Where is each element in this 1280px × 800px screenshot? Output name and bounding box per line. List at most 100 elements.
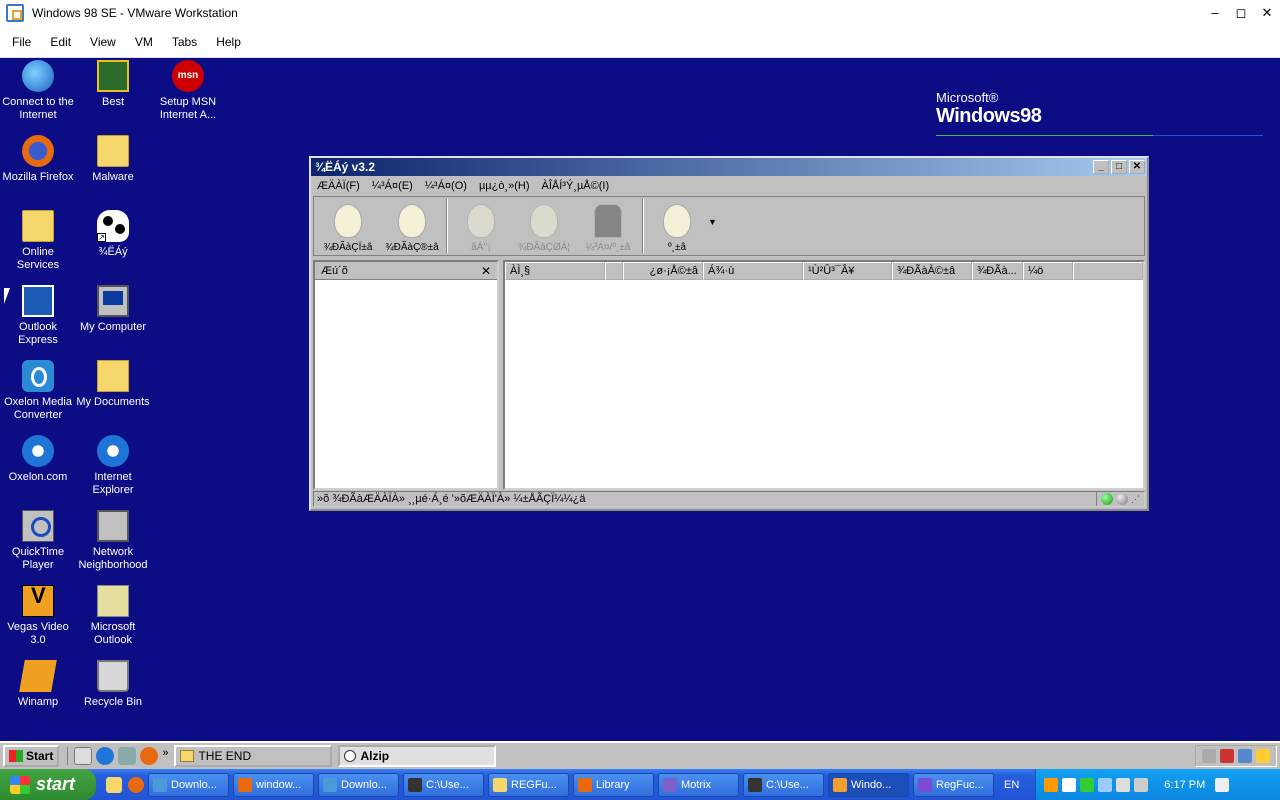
alzip-title-bar[interactable]: ¾ËÁý v3.2 _ □ ✕: [311, 158, 1147, 176]
column-count[interactable]: ¼ö: [1023, 262, 1073, 280]
host-quick-launch: [106, 776, 144, 793]
desktop-icon-malware[interactable]: Malware: [75, 135, 151, 184]
desktop-icon-oxelon-com[interactable]: Oxelon.com: [0, 435, 76, 484]
host-task-button[interactable]: C:\Use...: [743, 772, 824, 797]
maximize-button[interactable]: ◻: [1228, 5, 1254, 21]
notification-icon[interactable]: [1215, 777, 1230, 792]
desktop-icon-online-services[interactable]: Online Services: [0, 210, 76, 272]
desktop-icon-setup-msn[interactable]: msn Setup MSN Internet A...: [150, 60, 226, 122]
file-list-pane[interactable]: ÀÌ¸§ ¿ø·¡Å©±â Á¾·ù ¹Ù²Û³¯Â¥ ¾ÐÃàÀ©±â ¾ÐÃ…: [503, 260, 1145, 490]
desktop-icon-best[interactable]: Best: [75, 60, 151, 109]
compress-button[interactable]: ¾ÐÃàÇÏ±â: [316, 204, 380, 253]
quick-launch-more-icon[interactable]: »: [162, 747, 168, 765]
desktop-icon-oxelon-converter[interactable]: Oxelon Media Converter: [0, 360, 76, 422]
tray-icon[interactable]: [1256, 749, 1270, 763]
task-alzip[interactable]: Alzip: [338, 745, 497, 767]
search-icon[interactable]: [1044, 777, 1059, 792]
desktop-icon-label: Mozilla Firefox: [2, 171, 74, 183]
extract-button[interactable]: ¾ÐÃàÇ®±â: [380, 204, 444, 253]
tray-icon[interactable]: [1062, 777, 1077, 792]
alzip-menu-edit[interactable]: ¼³Á¤(E): [366, 180, 419, 192]
desktop-icon-outlook-express[interactable]: Outlook Express: [0, 285, 76, 347]
host-task-button[interactable]: Downlo...: [318, 772, 399, 797]
desktop-icon-my-computer[interactable]: My Computer: [75, 285, 151, 334]
folder-tree-pane[interactable]: Æú´õ ✕: [313, 260, 499, 490]
desktop-icon-recycle-bin[interactable]: Recycle Bin: [75, 660, 151, 709]
desktop-icon-winamp[interactable]: Winamp: [0, 660, 76, 709]
host-task-button[interactable]: REGFu...: [488, 772, 569, 797]
column-blank[interactable]: [605, 262, 623, 280]
task-label: Alzip: [360, 749, 390, 763]
alzip-maximize-button[interactable]: □: [1111, 160, 1127, 174]
view-dropdown-arrow-icon[interactable]: ▼: [708, 217, 717, 227]
menu-edit[interactable]: Edit: [43, 35, 78, 49]
alzip-menu-internet[interactable]: ÀÎÅÍ³Ý¸µÅ©(I): [536, 180, 616, 192]
add-button[interactable]: ãÁ°¡: [450, 204, 512, 253]
firefox-icon[interactable]: [140, 747, 159, 765]
menu-tabs[interactable]: Tabs: [165, 35, 204, 49]
desktop-icon-internet-explorer[interactable]: Internet Explorer: [75, 435, 151, 497]
menu-vm[interactable]: VM: [128, 35, 160, 49]
host-task-button[interactable]: RegFuc...: [913, 772, 994, 797]
host-task-button[interactable]: window...: [233, 772, 314, 797]
host-task-button[interactable]: Library: [573, 772, 654, 797]
menu-file[interactable]: File: [5, 35, 38, 49]
language-indicator[interactable]: EN: [1004, 779, 1019, 791]
host-task-button[interactable]: Windo...: [828, 772, 909, 797]
tray-icon[interactable]: [1098, 777, 1113, 792]
task-label: Library: [596, 778, 630, 791]
alzip-close-button[interactable]: ✕: [1129, 160, 1145, 174]
view-button[interactable]: º¸±â: [646, 204, 708, 253]
guest-desktop[interactable]: Connect to the Internet Best msn Setup M…: [0, 58, 1280, 741]
desktop-icon-network-neighborhood[interactable]: Network Neighborhood: [75, 510, 151, 572]
desktop-icon-connect-internet[interactable]: Connect to the Internet: [0, 60, 76, 122]
alzip-menu-help[interactable]: µµ¿ò¸»(H): [473, 180, 536, 192]
file-list-header: ÀÌ¸§ ¿ø·¡Å©±â Á¾·ù ¹Ù²Û³¯Â¥ ¾ÐÃàÀ©±â ¾ÐÃ…: [505, 262, 1143, 280]
internet-explorer-icon[interactable]: [96, 747, 115, 765]
explorer-icon[interactable]: [106, 776, 122, 793]
desktop-icon-firefox[interactable]: Mozilla Firefox: [0, 135, 76, 184]
resize-grip-icon[interactable]: ⋰: [1131, 494, 1140, 505]
menu-view[interactable]: View: [83, 35, 123, 49]
alzip-menu-options[interactable]: ¼³Á¤(O): [419, 180, 473, 192]
host-start-button[interactable]: start: [0, 769, 96, 800]
column-ratio[interactable]: ¾ÐÃà...: [972, 262, 1023, 280]
column-type[interactable]: Á¾·ù: [703, 262, 803, 280]
desktop-icon-vegas-video[interactable]: Vegas Video 3.0: [0, 585, 76, 647]
close-button[interactable]: ✕: [1254, 5, 1280, 21]
desktop-icon-microsoft-outlook[interactable]: Microsoft Outlook: [75, 585, 151, 647]
tray-shield-icon[interactable]: [1220, 749, 1234, 763]
desktop-icon-my-documents[interactable]: My Documents: [75, 360, 151, 409]
tray-icon[interactable]: [1080, 777, 1095, 792]
guest-start-button[interactable]: Start: [3, 745, 60, 767]
host-task-button[interactable]: Downlo...: [148, 772, 229, 797]
show-desktop-icon[interactable]: [74, 747, 93, 765]
task-the-end[interactable]: THE END: [174, 745, 333, 767]
penguin-icon: [398, 204, 426, 238]
minimize-button[interactable]: –: [1202, 5, 1228, 21]
column-modified-date[interactable]: ¹Ù²Û³¯Â¥: [803, 262, 892, 280]
network-icon[interactable]: [1116, 777, 1131, 792]
desktop-icon-quicktime[interactable]: QuickTime Player: [0, 510, 76, 572]
logo-microsoft-text: Microsoft®: [936, 90, 999, 105]
tray-icon[interactable]: [1202, 749, 1216, 763]
host-task-button[interactable]: C:\Use...: [403, 772, 484, 797]
firefox-icon[interactable]: [128, 776, 144, 793]
pan-icon: [594, 204, 622, 238]
menu-help[interactable]: Help: [209, 35, 248, 49]
clock[interactable]: 6:17 PM: [1164, 779, 1205, 791]
desktop-icon-alzip[interactable]: ↗ ¾ËÁý: [75, 210, 151, 259]
alzip-menu-file[interactable]: ÆÄÀÏ(F): [311, 180, 366, 192]
delete-button[interactable]: ¾ÐÃàÇØÁ¦: [512, 204, 576, 253]
tray-icon[interactable]: [1238, 749, 1252, 763]
outlook-express-icon[interactable]: [118, 747, 137, 765]
host-task-button[interactable]: Motrix: [658, 772, 739, 797]
recycle-bin-icon: [97, 660, 129, 692]
volume-icon[interactable]: [1134, 777, 1149, 792]
close-pane-icon[interactable]: ✕: [481, 264, 491, 278]
column-original-size[interactable]: ¿ø·¡Å©±â: [623, 262, 703, 280]
column-compressed-size[interactable]: ¾ÐÃàÀ©±â: [892, 262, 972, 280]
alzip-minimize-button[interactable]: _: [1093, 160, 1109, 174]
column-name[interactable]: ÀÌ¸§: [505, 262, 605, 280]
settings-view-button[interactable]: ¼³Á¤/º¸±â: [576, 204, 640, 253]
